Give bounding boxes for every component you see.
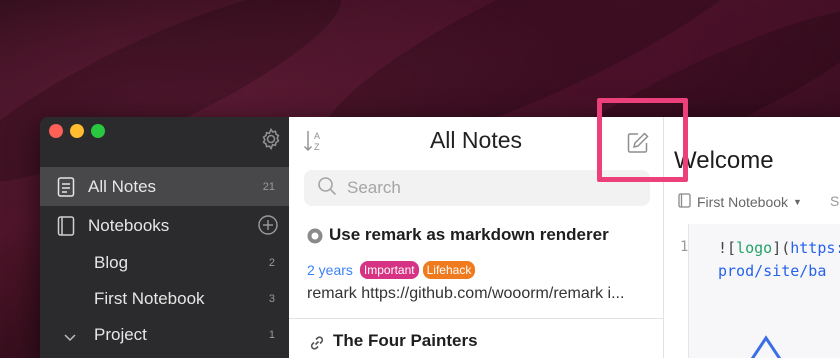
code-token: logo [736, 239, 773, 257]
close-window-button[interactable] [49, 124, 63, 138]
editor-panel: Welcome First Notebook ▼ S 1 ![logo](htt… [664, 117, 840, 358]
notebook-name: First Notebook [697, 194, 789, 210]
line-number: 1 [680, 239, 689, 255]
sidebar-item-notebooks[interactable]: Notebooks [40, 206, 289, 245]
sidebar: All Notes 21 Notebooks Blog 2 First Note… [40, 117, 289, 358]
search-input[interactable] [347, 178, 627, 198]
sidebar-item-blog[interactable]: Blog 2 [40, 243, 289, 282]
note-excerpt: remark https://github.com/wooorm/remark … [307, 285, 625, 302]
note-count: 1 [268, 328, 275, 341]
plus-circle-icon[interactable] [257, 214, 279, 236]
sidebar-item-project[interactable]: Project 1 [40, 315, 289, 354]
sidebar-item-label: First Notebook [94, 288, 205, 308]
window-controls [49, 124, 105, 138]
gear-icon[interactable] [259, 127, 283, 151]
code-line: ![logo](https: [718, 239, 840, 257]
caret-down-icon: ▼ [793, 197, 802, 207]
sidebar-item-label: All Notes [88, 176, 157, 196]
note-count: 3 [268, 292, 275, 305]
sidebar-item-first-notebook[interactable]: First Notebook 3 [40, 279, 289, 318]
editor-meta-text: S [830, 193, 840, 209]
tag-badge[interactable]: Important [359, 261, 419, 279]
code-line: prod/site/ba [718, 262, 826, 280]
note-status-icon [307, 228, 323, 249]
app-window: All Notes 21 Notebooks Blog 2 First Note… [40, 117, 840, 358]
book-icon [57, 216, 75, 241]
editor-title[interactable]: Welcome [674, 147, 774, 175]
code-token: ]( [772, 239, 791, 257]
code-token: https: [790, 239, 840, 257]
note-meta: 2 years Important Lifehack [307, 261, 476, 279]
notebook-selector[interactable]: First Notebook ▼ [678, 193, 802, 211]
note-age: 2 years [307, 262, 353, 278]
link-icon [309, 335, 325, 356]
sidebar-item-label: Notebooks [88, 215, 170, 235]
note-title: The Four Painters [333, 331, 478, 350]
note-title: Use remark as markdown renderer [329, 225, 609, 244]
notes-icon [57, 177, 75, 202]
zoom-window-button[interactable] [91, 124, 105, 138]
note-list-item[interactable]: Use remark as markdown renderer 2 years … [289, 225, 664, 319]
book-icon [678, 193, 691, 211]
sidebar-item-all-notes[interactable]: All Notes 21 [40, 167, 289, 206]
note-count: 2 [268, 256, 275, 269]
code-token: ![ [718, 239, 737, 257]
search-icon [317, 176, 337, 201]
logo-icon [746, 332, 786, 358]
code-token: prod/site/ba [718, 262, 827, 280]
highlight-box [597, 98, 688, 182]
tag-badge[interactable]: Lifehack [422, 261, 476, 279]
chevron-down-icon[interactable] [64, 327, 76, 347]
minimize-window-button[interactable] [70, 124, 84, 138]
sidebar-item-label: Project [94, 324, 147, 344]
note-count: 21 [262, 180, 275, 193]
sidebar-item-label: Blog [94, 252, 129, 272]
